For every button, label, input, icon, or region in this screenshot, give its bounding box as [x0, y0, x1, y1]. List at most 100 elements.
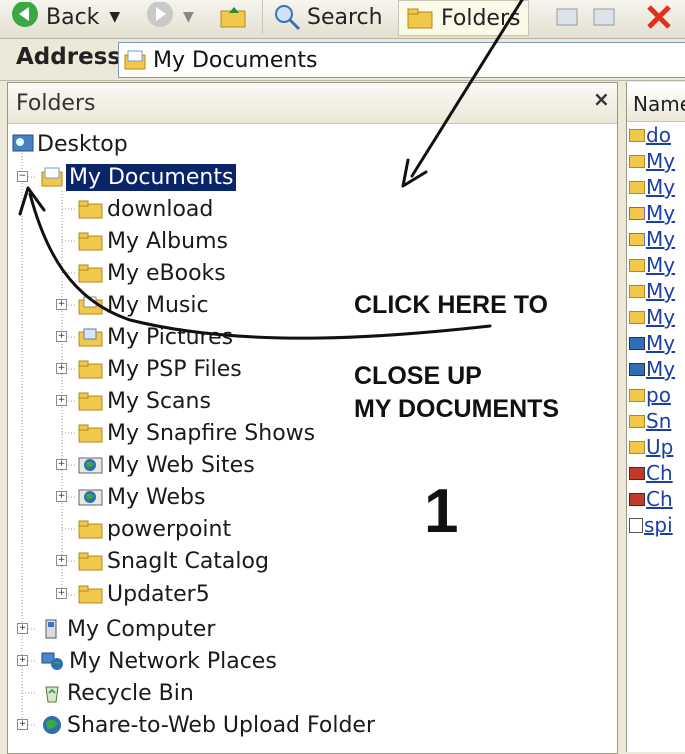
tree-label: My PSP Files	[107, 356, 242, 382]
list-item-label: Sn	[646, 409, 672, 433]
expand-toggle-my-pictures[interactable]: +	[56, 331, 67, 342]
list-item[interactable]: My	[629, 174, 675, 200]
list-item[interactable]: spi	[629, 512, 673, 538]
pictures-folder-icon	[78, 328, 103, 347]
expand-toggle-my-psp-files[interactable]: +	[56, 363, 67, 374]
list-item[interactable]: do	[629, 122, 671, 148]
tree-label: Desktop	[37, 131, 128, 157]
list-item[interactable]: My	[629, 278, 675, 304]
toolbar: Back ▼ ▼ Search Folders	[0, 0, 685, 39]
folder-icon	[629, 310, 645, 324]
list-item[interactable]: My	[629, 148, 675, 174]
list-item-label: po	[646, 383, 671, 407]
tree-item-recycle-bin[interactable]: Recycle Bin	[40, 678, 197, 708]
folder-icon	[78, 200, 103, 219]
tree-item-my-network-places[interactable]: My Network Places	[40, 646, 280, 676]
list-item[interactable]: My	[629, 304, 675, 330]
address-field[interactable]: My Documents	[118, 42, 685, 78]
tree-item-my-scans[interactable]: My Scans	[78, 386, 214, 416]
copy-to-button[interactable]	[592, 0, 618, 34]
expand-toggle-my-webs[interactable]: +	[56, 491, 67, 502]
up-folder-button[interactable]	[220, 0, 248, 34]
list-item-label: My	[646, 149, 676, 173]
copy-to-icon	[593, 8, 615, 26]
expand-toggle-my-web-sites[interactable]: +	[56, 459, 67, 470]
file-list-pane: Name do My My My My My My My My My po Sn…	[626, 82, 685, 752]
tree-item-my-webs[interactable]: My Webs	[78, 482, 208, 512]
tree-item-download[interactable]: download	[78, 194, 216, 224]
list-item[interactable]: Ch	[629, 486, 673, 512]
tree-item-my-documents[interactable]: My Documents	[40, 162, 237, 192]
address-value: My Documents	[153, 47, 318, 73]
tree-item-my-pictures[interactable]: My Pictures	[78, 322, 236, 352]
tree-label: My Web Sites	[107, 452, 255, 478]
tree-item-my-computer[interactable]: My Computer	[40, 614, 218, 644]
back-button[interactable]: Back ▼	[10, 0, 120, 34]
tree-label: My Scans	[107, 388, 211, 414]
list-item[interactable]: My	[629, 330, 675, 356]
expand-toggle-my-network-places[interactable]: +	[17, 655, 28, 666]
expand-toggle-my-scans[interactable]: +	[56, 395, 67, 406]
tree-label: My Documents	[66, 163, 237, 191]
search-icon	[275, 5, 301, 31]
search-button[interactable]: Search	[262, 0, 383, 34]
move-to-button[interactable]	[555, 0, 581, 34]
list-item-label: My	[646, 305, 676, 329]
folder-icon	[407, 8, 433, 29]
tree-item-updater5[interactable]: Updater5	[78, 579, 213, 609]
tree-item-share-to-web-upload-folder[interactable]: Share-to-Web Upload Folder	[40, 710, 378, 740]
list-item[interactable]: My	[629, 226, 675, 252]
column-header-name[interactable]: Name	[627, 88, 685, 122]
tree-item-powerpoint[interactable]: powerpoint	[78, 514, 234, 544]
expand-toggle-share-to-web[interactable]: +	[17, 719, 28, 730]
folder-icon	[78, 264, 103, 283]
delete-button[interactable]	[645, 0, 673, 34]
folders-button[interactable]: Folders	[398, 0, 530, 36]
folder-icon	[629, 388, 645, 402]
list-item-label: My	[646, 227, 676, 251]
my-documents-icon	[41, 167, 63, 187]
web-folder-icon	[629, 362, 645, 376]
list-item[interactable]: My	[629, 356, 675, 382]
pictures-folder-icon	[629, 232, 645, 246]
share-to-web-icon	[43, 716, 61, 734]
list-item[interactable]: Up	[629, 434, 673, 460]
back-arrow-icon	[12, 2, 38, 27]
expand-toggle-my-computer[interactable]: +	[17, 623, 28, 634]
tree-item-desktop[interactable]: Desktop	[12, 129, 131, 159]
list-item[interactable]: My	[629, 200, 675, 226]
tree-item-snagit-catalog[interactable]: SnagIt Catalog	[78, 546, 272, 576]
expand-toggle-snagit-catalog[interactable]: +	[56, 555, 67, 566]
list-item-label: do	[646, 123, 671, 147]
list-item-label: My	[646, 201, 676, 225]
tree-label: My Albums	[107, 228, 228, 254]
tree-label: My Pictures	[107, 324, 234, 350]
search-label: Search	[307, 4, 383, 30]
tree-item-my-albums[interactable]: My Albums	[78, 226, 231, 256]
folder-icon	[78, 232, 103, 251]
folder-icon	[629, 440, 645, 454]
collapse-toggle-my-documents[interactable]: −	[17, 171, 28, 182]
list-item[interactable]: Ch	[629, 460, 673, 486]
folder-icon	[629, 414, 645, 428]
delete-x-icon	[647, 5, 671, 29]
tree-item-my-psp-files[interactable]: My PSP Files	[78, 354, 245, 384]
tree-item-my-music[interactable]: My Music	[78, 290, 212, 320]
document-icon	[629, 517, 643, 533]
list-item[interactable]: My	[629, 252, 675, 278]
forward-button[interactable]: ▼	[145, 0, 194, 34]
tree-item-my-web-sites[interactable]: My Web Sites	[78, 450, 258, 480]
web-folder-icon	[78, 489, 103, 506]
tree-item-my-snapfire-shows[interactable]: My Snapfire Shows	[78, 418, 318, 448]
tree-label: My Network Places	[69, 648, 277, 674]
address-bar: Address My Documents	[0, 40, 685, 81]
music-folder-icon	[78, 296, 103, 315]
chevron-down-icon[interactable]: ▼	[183, 9, 194, 25]
list-item[interactable]: Sn	[629, 408, 671, 434]
folders-label: Folders	[441, 5, 521, 31]
list-item[interactable]: po	[629, 382, 671, 408]
chevron-down-icon[interactable]: ▼	[109, 9, 120, 25]
tree-item-my-ebooks[interactable]: My eBooks	[78, 258, 229, 288]
expand-toggle-updater5[interactable]: +	[56, 588, 67, 599]
expand-toggle-my-music[interactable]: +	[56, 299, 67, 310]
